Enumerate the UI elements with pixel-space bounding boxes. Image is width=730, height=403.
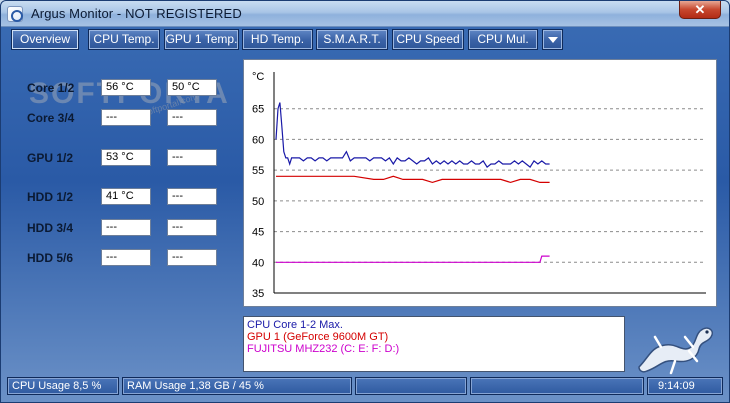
legend-item-hdd: FUJITSU MHZ232 (C: E: F: D:) [247, 343, 400, 355]
y-tick-label: 45 [252, 227, 264, 239]
app-window: Argus Monitor - NOT REGISTERED ✕ Overvie… [0, 0, 730, 403]
y-tick-label: 35 [252, 288, 264, 300]
sensor-label-hdd56: HDD 5/6 [27, 251, 74, 265]
legend-item-gpu: GPU 1 (GeForce 9600M GT) [247, 331, 389, 343]
sensor-label-gpu12: GPU 1/2 [27, 151, 74, 165]
gecko-logo-icon [638, 327, 714, 375]
sensor-label-core12: Core 1/2 [27, 81, 75, 95]
series-line-2 [276, 255, 550, 263]
sensor-value-hdd2: --- [167, 188, 217, 205]
sensor-value-hdd6: --- [167, 249, 217, 266]
app-icon [7, 6, 23, 22]
sensor-value-core1: 56 °C [101, 79, 151, 96]
y-tick-label: 55 [252, 165, 264, 177]
sensor-value-core2: 50 °C [167, 79, 217, 96]
status-bar: CPU Usage 8,5 % RAM Usage 1,38 GB / 45 %… [7, 377, 723, 395]
sensor-value-hdd3: --- [101, 219, 151, 236]
temperature-chart: °C 35 40 45 50 55 60 65 [243, 59, 717, 307]
y-tick-label: 60 [252, 134, 264, 146]
series-line-1 [276, 175, 550, 184]
series-line-0 [275, 102, 550, 168]
sensor-label-core34: Core 3/4 [27, 111, 75, 125]
status-cell-empty-2 [470, 377, 644, 395]
sensor-label-hdd12: HDD 1/2 [27, 190, 74, 204]
status-time: 9:14:09 [647, 377, 723, 395]
tab-dropdown-button[interactable] [542, 29, 563, 50]
tab-gpu1-temp[interactable]: GPU 1 Temp. [164, 29, 239, 50]
status-cell-empty-1 [355, 377, 467, 395]
sensor-value-hdd4: --- [167, 219, 217, 236]
sensor-value-core3: --- [101, 109, 151, 126]
sensor-label-hdd34: HDD 3/4 [27, 221, 74, 235]
tab-smart[interactable]: S.M.A.R.T. [316, 29, 388, 50]
sensor-value-gpu2: --- [167, 149, 217, 166]
tab-bar: Overview CPU Temp. GPU 1 Temp. HD Temp. … [7, 29, 727, 51]
chart-legend: CPU Core 1-2 Max. GPU 1 (GeForce 9600M G… [243, 316, 625, 372]
tab-cpu-speed[interactable]: CPU Speed [392, 29, 464, 50]
tab-cpu-mul[interactable]: CPU Mul. [468, 29, 538, 50]
tab-cpu-temp[interactable]: CPU Temp. [88, 29, 160, 50]
close-button[interactable]: ✕ [679, 1, 721, 19]
status-ram-usage: RAM Usage 1,38 GB / 45 % [122, 377, 352, 395]
y-unit-label: °C [252, 71, 264, 83]
tab-hd-temp[interactable]: HD Temp. [242, 29, 313, 50]
sensor-value-hdd5: --- [101, 249, 151, 266]
legend-item-cpu: CPU Core 1-2 Max. [247, 319, 343, 331]
sensor-value-core4: --- [167, 109, 217, 126]
y-tick-label: 40 [252, 257, 264, 269]
y-tick-label: 50 [252, 196, 264, 208]
status-cpu-usage: CPU Usage 8,5 % [7, 377, 119, 395]
tab-overview[interactable]: Overview [11, 29, 79, 50]
temperature-chart-svg: °C 35 40 45 50 55 60 65 [252, 71, 706, 300]
window-title: Argus Monitor - NOT REGISTERED [31, 6, 242, 21]
title-bar[interactable]: Argus Monitor - NOT REGISTERED ✕ [1, 1, 729, 27]
sensor-value-gpu1: 53 °C [101, 149, 151, 166]
sensor-value-hdd1: 41 °C [101, 188, 151, 205]
y-tick-label: 65 [252, 104, 264, 116]
